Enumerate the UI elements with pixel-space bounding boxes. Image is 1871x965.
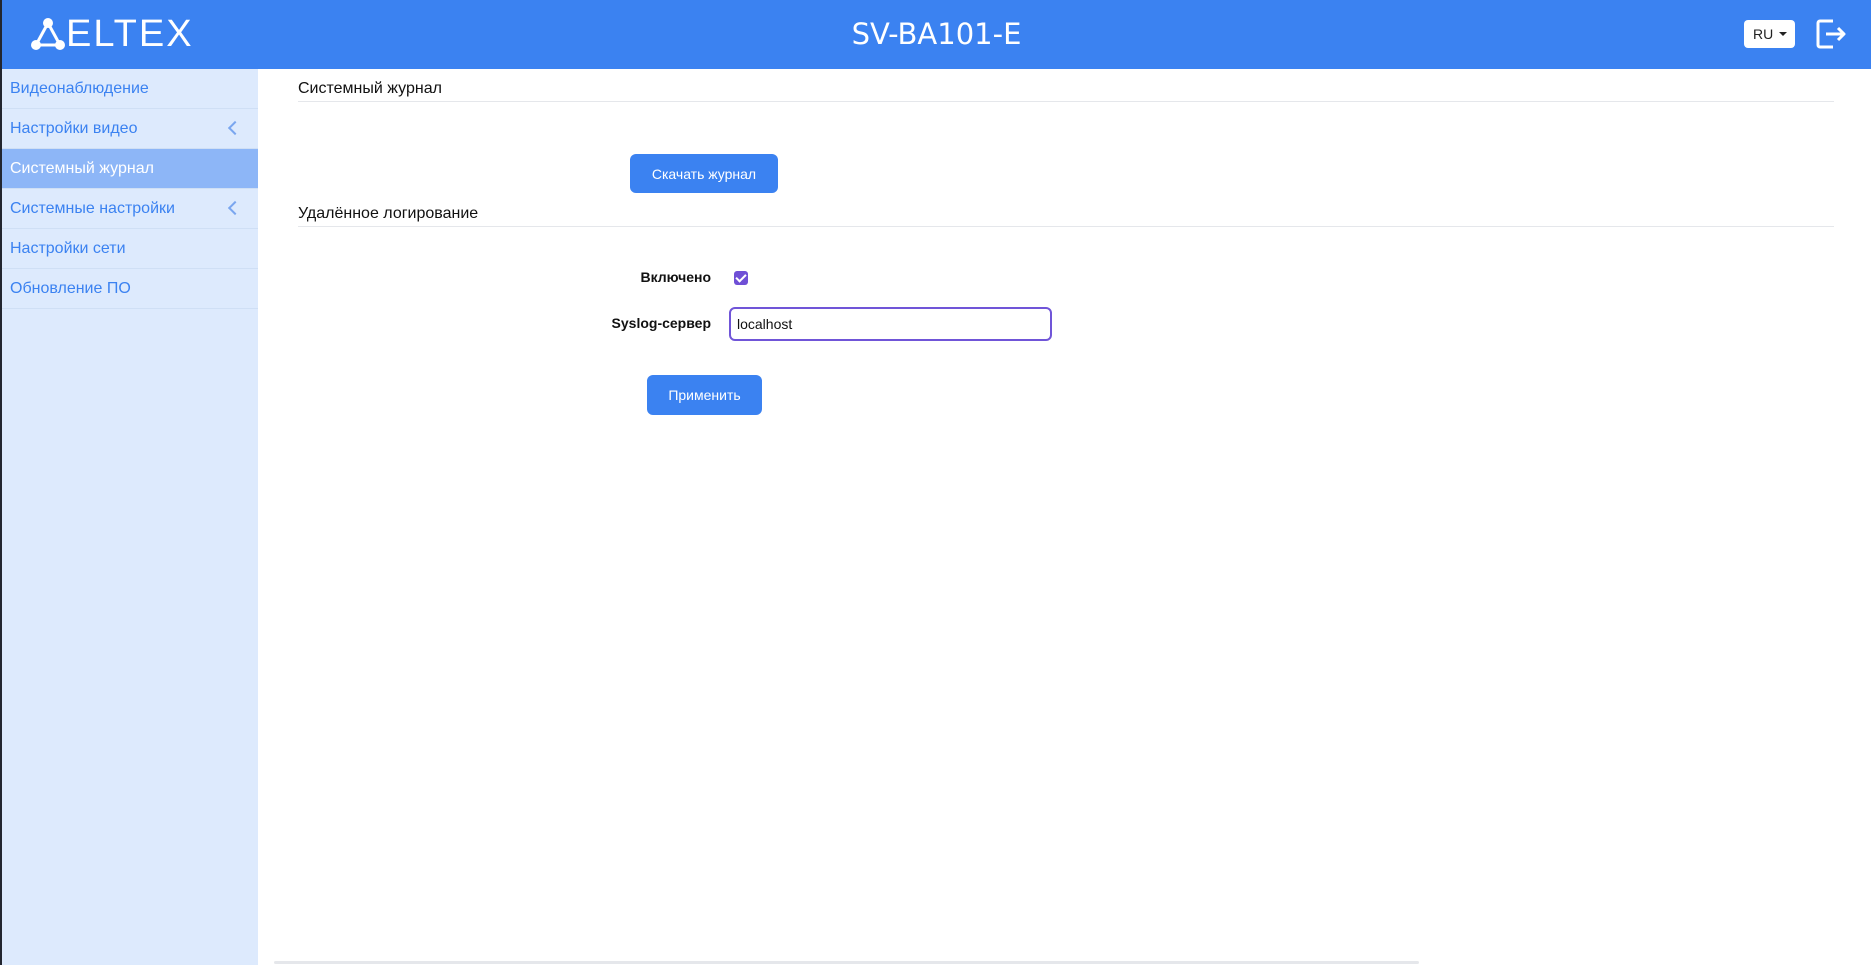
sidebar-item-firmware-update[interactable]: Обновление ПО	[2, 269, 258, 309]
sidebar-item-video-surveillance[interactable]: Видеонаблюдение	[2, 69, 258, 109]
chevron-left-icon	[227, 200, 243, 216]
horizontal-scrollbar[interactable]	[274, 961, 1419, 964]
sidebar-nav: Видеонаблюдение Настройки видео Системны…	[2, 69, 258, 965]
sidebar-item-network-settings[interactable]: Настройки сети	[2, 229, 258, 269]
section-title-remote-logging: Удалённое логирование	[298, 205, 479, 222]
sidebar-item-label: Настройки сети	[10, 240, 126, 257]
top-header: ELTEX SV-BA101-E RU	[2, 0, 1871, 69]
sidebar-item-video-settings[interactable]: Настройки видео	[2, 109, 258, 149]
download-log-button[interactable]: Скачать журнал	[630, 154, 778, 193]
syslog-server-input[interactable]	[729, 307, 1052, 341]
section-title-system-log: Системный журнал	[298, 80, 442, 97]
language-value: RU	[1753, 26, 1774, 42]
sidebar-item-label: Системный журнал	[10, 160, 154, 177]
sidebar-item-label: Видеонаблюдение	[10, 80, 149, 97]
device-title: SV-BA101-E	[851, 17, 1022, 51]
section-divider	[298, 101, 1834, 102]
caret-down-icon	[1779, 32, 1787, 36]
sidebar-item-system-log[interactable]: Системный журнал	[2, 149, 258, 189]
sidebar-item-label: Настройки видео	[10, 120, 138, 137]
logout-icon[interactable]	[1814, 17, 1848, 51]
app-page: ELTEX SV-BA101-E RU Видеонаблюдение Наст…	[0, 0, 1871, 965]
enabled-label: Включено	[640, 269, 711, 285]
section-divider	[298, 226, 1834, 227]
language-select[interactable]: RU	[1744, 20, 1795, 48]
syslog-server-label: Syslog-сервер	[611, 315, 711, 331]
chevron-left-icon	[227, 120, 243, 136]
sidebar-item-label: Системные настройки	[10, 200, 175, 217]
apply-button[interactable]: Применить	[647, 375, 762, 415]
sidebar-item-system-settings[interactable]: Системные настройки	[2, 189, 258, 229]
sidebar-item-label: Обновление ПО	[10, 280, 131, 297]
enabled-checkbox[interactable]	[734, 271, 748, 285]
